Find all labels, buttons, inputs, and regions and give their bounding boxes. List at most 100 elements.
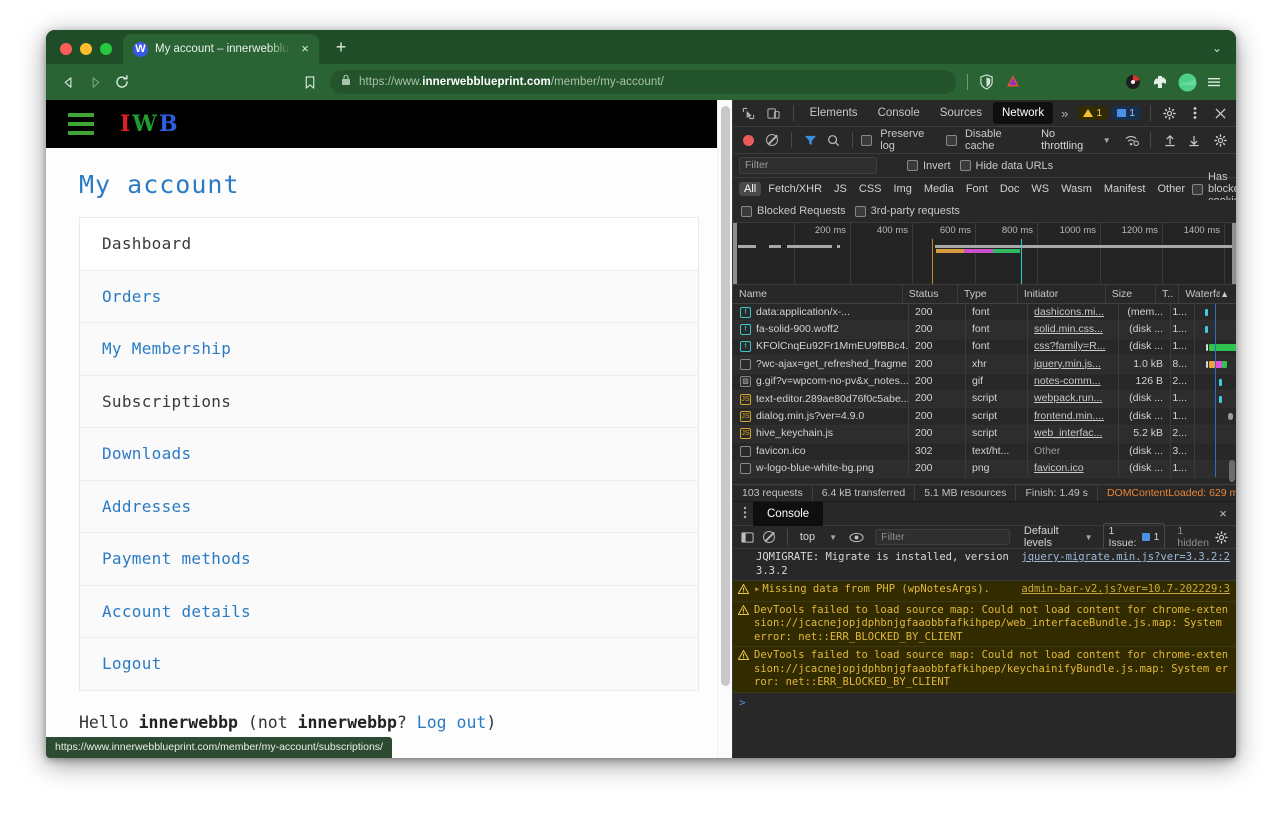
network-conditions-icon[interactable]: [1122, 129, 1143, 151]
drawer-menu-icon[interactable]: [737, 506, 753, 522]
type-chip-doc[interactable]: Doc: [995, 182, 1025, 196]
close-icon[interactable]: ×: [1210, 506, 1236, 521]
brave-icon[interactable]: [1000, 69, 1026, 95]
sidebar-item-subscriptions[interactable]: Subscriptions: [80, 375, 698, 428]
console-message[interactable]: JQMIGRATE: Migrate is installed, version…: [733, 549, 1236, 581]
tab-network[interactable]: Network: [992, 102, 1054, 124]
network-settings-icon[interactable]: [1210, 129, 1231, 151]
type-chip-js[interactable]: JS: [829, 182, 852, 196]
type-chip-ws[interactable]: WS: [1026, 182, 1054, 196]
type-chip-css[interactable]: CSS: [854, 182, 887, 196]
sort-indicator-icon[interactable]: ▲: [1220, 289, 1236, 299]
column-header-size[interactable]: Size: [1106, 285, 1157, 304]
invert-checkbox[interactable]: [907, 160, 918, 171]
page-scrollbar-thumb[interactable]: [721, 106, 730, 686]
close-icon[interactable]: ×: [297, 41, 313, 57]
log-out-link[interactable]: Log out: [417, 713, 487, 732]
console-settings-icon[interactable]: [1213, 526, 1231, 548]
has-blocked-cookies-checkbox[interactable]: [1191, 183, 1203, 195]
console-sidebar-icon[interactable]: [738, 526, 756, 548]
console-message[interactable]: DevTools failed to load source map: Coul…: [733, 647, 1236, 693]
kebab-menu-icon[interactable]: [1183, 102, 1206, 124]
table-row[interactable]: f fa-solid-900.woff2 200 font solid.min.c…: [733, 320, 1236, 339]
request-initiator[interactable]: jquery.min.js...: [1034, 358, 1101, 370]
type-chip-all[interactable]: All: [739, 182, 762, 196]
blocked-requests-checkbox[interactable]: [741, 205, 752, 217]
drawer-tab-console[interactable]: Console: [753, 501, 824, 526]
chrome-menu-icon[interactable]: [1201, 69, 1227, 95]
chevron-down-icon[interactable]: ▼: [829, 533, 837, 542]
tab-sources[interactable]: Sources: [931, 102, 991, 124]
column-header-type[interactable]: Type: [958, 285, 1018, 304]
overview-left-handle[interactable]: [733, 223, 737, 284]
third-party-requests-checkbox[interactable]: [854, 205, 866, 217]
page-scrollbar[interactable]: [717, 100, 732, 758]
expand-arrow-icon[interactable]: ▸: [754, 583, 760, 595]
throttling-select[interactable]: No throttling: [1041, 128, 1093, 152]
requests-scrollbar-thumb[interactable]: [1229, 460, 1235, 482]
import-har-icon[interactable]: [1159, 129, 1180, 151]
address-bar[interactable]: https://www.innerwebblueprint.com/member…: [330, 70, 956, 94]
filter-icon[interactable]: [800, 129, 821, 151]
type-chip-media[interactable]: Media: [919, 182, 959, 196]
column-header-initiator[interactable]: Initiator: [1018, 285, 1106, 304]
console-message-source[interactable]: admin-bar-v2.js?ver=10.7-202229:3: [1021, 583, 1230, 597]
message-count-badge[interactable]: 1: [1112, 106, 1141, 120]
clear-console-icon[interactable]: [760, 526, 778, 548]
sidebar-item-addresses[interactable]: Addresses: [80, 480, 698, 533]
network-overview-timeline[interactable]: 200 ms 400 ms 600 ms 800 ms 1000 ms 1200…: [733, 223, 1236, 285]
close-icon[interactable]: [1209, 102, 1232, 124]
sidebar-item-downloads[interactable]: Downloads: [80, 428, 698, 481]
chevron-down-icon[interactable]: ▼: [1103, 136, 1111, 145]
console-message[interactable]: ▸ Missing data from PHP (wpNotesArgs). ad…: [733, 581, 1236, 602]
disable-cache-checkbox[interactable]: [945, 134, 957, 146]
maximize-window-button[interactable]: [100, 43, 112, 55]
hamburger-icon[interactable]: [68, 113, 94, 135]
back-icon[interactable]: [55, 69, 81, 95]
console-messages[interactable]: JQMIGRATE: Migrate is installed, version…: [733, 549, 1236, 758]
request-initiator[interactable]: css?family=R...: [1034, 340, 1105, 352]
console-message[interactable]: DevTools failed to load source map: Coul…: [733, 601, 1236, 647]
request-initiator[interactable]: web_interfac...: [1034, 427, 1102, 439]
minimize-window-button[interactable]: [80, 43, 92, 55]
extension-puzzle-icon[interactable]: [1147, 69, 1173, 95]
profile-avatar[interactable]: [1174, 69, 1200, 95]
type-chip-fetch-xhr[interactable]: Fetch/XHR: [763, 182, 827, 196]
hide-data-urls-checkbox[interactable]: [959, 160, 971, 171]
table-row[interactable]: JS hive_keychain.js 200 script web_interf…: [733, 425, 1236, 444]
clear-button[interactable]: [762, 129, 783, 151]
request-initiator[interactable]: frontend.min....: [1034, 410, 1104, 422]
type-chip-other[interactable]: Other: [1152, 182, 1190, 196]
chevron-down-icon[interactable]: ▼: [1085, 533, 1093, 542]
live-expression-icon[interactable]: [847, 526, 865, 548]
tab-elements[interactable]: Elements: [801, 102, 867, 124]
table-row[interactable]: f KFOlCnqEu92Fr1MmEU9fBBc4... 200 font cs…: [733, 338, 1236, 357]
console-context-select[interactable]: top: [797, 531, 818, 543]
table-row[interactable]: favicon.ico 302 text/ht... Other (disk .…: [733, 442, 1236, 461]
sidebar-item-my-membership[interactable]: My Membership: [80, 323, 698, 376]
request-initiator[interactable]: favicon.ico: [1034, 462, 1084, 474]
table-row[interactable]: JS text-editor.289ae80d76f0c5abe... 200 s…: [733, 390, 1236, 409]
type-chip-img[interactable]: Img: [889, 182, 917, 196]
table-row[interactable]: JS dialog.min.js?ver=4.9.0 200 script fro…: [733, 407, 1236, 426]
chevron-down-icon[interactable]: ⌄: [1212, 41, 1236, 64]
request-initiator[interactable]: notes-comm...: [1034, 375, 1101, 387]
site-logo[interactable]: IWB: [120, 111, 180, 137]
sidebar-item-dashboard[interactable]: Dashboard: [80, 218, 698, 271]
table-row[interactable]: ▨ g.gif?v=wpcom-no-pv&x_notes... 200 gif …: [733, 373, 1236, 391]
sidebar-item-account-details[interactable]: Account details: [80, 585, 698, 638]
bitwarden-icon[interactable]: [973, 69, 999, 95]
type-chip-font[interactable]: Font: [961, 182, 993, 196]
console-filter-input[interactable]: Filter: [875, 529, 1010, 545]
request-initiator[interactable]: solid.min.css...: [1034, 323, 1103, 335]
extension-red-icon[interactable]: [1120, 69, 1146, 95]
column-header-status[interactable]: Status: [903, 285, 958, 304]
console-message-source[interactable]: jquery-migrate.min.js?ver=3.3.2:2: [1021, 551, 1230, 565]
type-chip-manifest[interactable]: Manifest: [1099, 182, 1151, 196]
preserve-log-checkbox[interactable]: [861, 134, 873, 146]
table-body[interactable]: f data:application/x-... 200 font dashico…: [733, 304, 1236, 484]
table-row[interactable]: w-logo-blue-white-bg.png 200 png favicon…: [733, 460, 1236, 478]
close-window-button[interactable]: [60, 43, 72, 55]
bookmark-icon[interactable]: [297, 69, 323, 95]
sidebar-item-logout[interactable]: Logout: [80, 638, 698, 691]
